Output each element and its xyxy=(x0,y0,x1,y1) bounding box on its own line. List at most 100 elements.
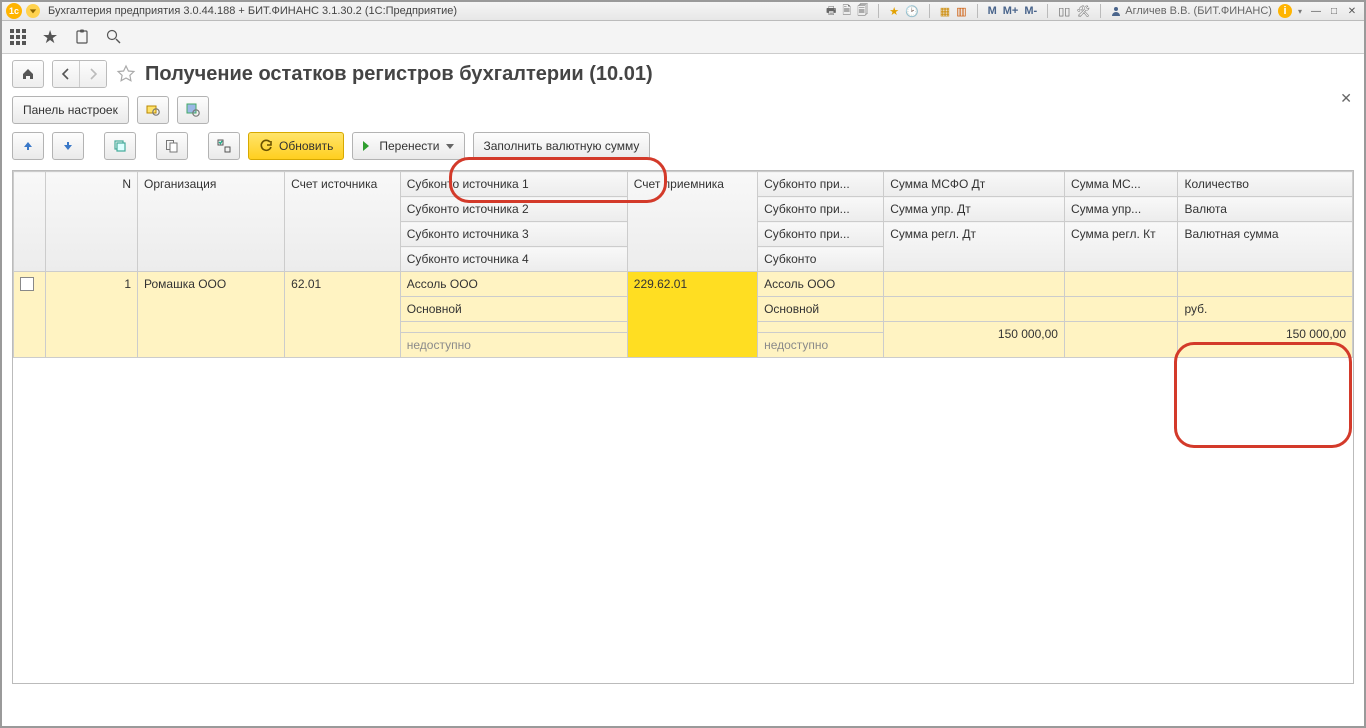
load-settings-button[interactable] xyxy=(137,96,169,124)
col-acct-src[interactable]: Счет источника xyxy=(285,172,401,272)
apps-icon[interactable] xyxy=(10,29,26,45)
col-qty[interactable]: Количество xyxy=(1178,172,1353,197)
info-dropdown-icon[interactable]: ▾ xyxy=(1298,7,1302,16)
col-sum-msfo-dt[interactable]: Сумма МСФО Дт xyxy=(884,172,1065,197)
calc-icon[interactable]: ▦ xyxy=(940,5,950,18)
wrench-icon[interactable]: 🛠 xyxy=(1076,5,1090,18)
cell-acct-dst[interactable]: 229.62.01 xyxy=(627,272,757,358)
col-sub4[interactable]: Субконто источника 4 xyxy=(400,247,627,272)
cell-qty[interactable] xyxy=(1178,272,1353,297)
table-body: 1 Ромашка ООО 62.01 Ассоль ООО 229.62.01… xyxy=(14,272,1353,358)
data-table: N Организация Счет источника Субконто ис… xyxy=(12,170,1354,684)
cell-org[interactable]: Ромашка ООО xyxy=(138,272,285,358)
app-title: Бухгалтерия предприятия 3.0.44.188 + БИТ… xyxy=(48,5,457,17)
save-settings-button[interactable] xyxy=(177,96,209,124)
col-sum-regl-dt[interactable]: Сумма регл. Дт xyxy=(884,222,1065,272)
cell-checkbox[interactable] xyxy=(14,272,46,358)
toolbar-2: Обновить Перенести Заполнить валютную су… xyxy=(2,128,1364,164)
move-down-button[interactable] xyxy=(52,132,84,160)
col-sub3[interactable]: Субконто источника 3 xyxy=(400,222,627,247)
table-header: N Организация Счет источника Субконто ис… xyxy=(14,172,1353,272)
clipboard-icon[interactable] xyxy=(74,29,90,45)
app-logo-icon: 1c xyxy=(6,3,22,19)
home-button[interactable] xyxy=(12,60,44,88)
cell-sum-regl-dt[interactable]: 150 000,00 xyxy=(884,322,1065,358)
cell-subd1[interactable]: Ассоль ООО xyxy=(758,272,884,297)
history-icon[interactable]: 🕑 xyxy=(905,5,919,18)
col-org[interactable]: Организация xyxy=(138,172,285,272)
page-favorite-icon[interactable] xyxy=(115,63,137,85)
nav-forward-button[interactable] xyxy=(80,61,106,87)
col-sum-upr-dt[interactable]: Сумма упр. Дт xyxy=(884,197,1065,222)
cell-sum-msfo-kt[interactable] xyxy=(1064,272,1178,297)
col-sub2[interactable]: Субконто источника 2 xyxy=(400,197,627,222)
cell-subd4[interactable]: недоступно xyxy=(758,333,884,358)
star-icon[interactable]: ★ xyxy=(889,5,899,18)
col-acct-dst[interactable]: Счет приемника xyxy=(627,172,757,272)
current-user[interactable]: Агличев В.В. (БИТ.ФИНАНС) xyxy=(1111,5,1272,17)
transfer-button[interactable]: Перенести xyxy=(352,132,464,160)
titlebar-dropdown-icon[interactable] xyxy=(26,4,40,18)
cell-cur-sum[interactable]: 150 000,00 xyxy=(1178,322,1353,358)
cell-subd3[interactable] xyxy=(758,322,884,333)
col-n[interactable]: N xyxy=(45,172,137,272)
table-row[interactable]: 1 Ромашка ООО 62.01 Ассоль ООО 229.62.01… xyxy=(14,272,1353,297)
m-button[interactable]: M xyxy=(988,5,997,17)
fill-currency-button[interactable]: Заполнить валютную сумму xyxy=(473,132,651,160)
cell-sum-regl-kt[interactable] xyxy=(1064,322,1178,358)
copy-row-button[interactable] xyxy=(104,132,136,160)
refresh-button[interactable]: Обновить xyxy=(248,132,344,160)
col-sub1[interactable]: Субконто источника 1 xyxy=(400,172,627,197)
check-all-button[interactable] xyxy=(208,132,240,160)
col-cur-sum[interactable]: Валютная сумма xyxy=(1178,222,1353,272)
col-sum-upr-kt[interactable]: Сумма упр... xyxy=(1064,197,1178,222)
titlebar-tools: 🖶 🗎 🗐 ★ 🕑 ▦ ▥ M M+ M- ▯▯ 🛠 Агличев В.В. … xyxy=(826,2,1302,21)
col-sum-msfo-kt[interactable]: Сумма МС... xyxy=(1064,172,1178,197)
refresh-icon xyxy=(259,139,273,153)
doc-icon[interactable]: 🗎 xyxy=(842,2,851,21)
cell-sub4[interactable]: недоступно xyxy=(400,333,627,358)
col-subd2[interactable]: Субконто при... xyxy=(758,197,884,222)
settings-panel-button[interactable]: Панель настроек xyxy=(12,96,129,124)
minimize-button[interactable]: — xyxy=(1308,4,1324,18)
col-subd3[interactable]: Субконто при... xyxy=(758,222,884,247)
maximize-button[interactable]: □ xyxy=(1326,4,1342,18)
col-sum-regl-kt[interactable]: Сумма регл. Кт xyxy=(1064,222,1178,272)
panel-icon[interactable]: ▯▯ xyxy=(1058,5,1070,18)
title-bar: 1c Бухгалтерия предприятия 3.0.44.188 + … xyxy=(2,2,1364,21)
close-button[interactable]: ✕ xyxy=(1344,4,1360,18)
favorites-icon[interactable]: ★ xyxy=(42,29,58,45)
m-minus-button[interactable]: M- xyxy=(1024,5,1037,17)
col-subd4[interactable]: Субконто xyxy=(758,247,884,272)
nav-back-button[interactable] xyxy=(53,61,80,87)
info-icon[interactable]: i xyxy=(1278,4,1292,18)
cell-sub3[interactable] xyxy=(400,322,627,333)
cell-currency[interactable]: руб. xyxy=(1178,297,1353,322)
col-currency[interactable]: Валюта xyxy=(1178,197,1353,222)
m-plus-button[interactable]: M+ xyxy=(1003,5,1019,17)
printer-icon[interactable]: 🖶 xyxy=(826,2,836,21)
cell-n[interactable]: 1 xyxy=(45,272,137,358)
cell-acct-src[interactable]: 62.01 xyxy=(285,272,401,358)
copy-icon[interactable]: 🗐 xyxy=(857,2,868,21)
cell-sub1[interactable]: Ассоль ООО xyxy=(400,272,627,297)
refresh-label: Обновить xyxy=(279,139,333,153)
col-checkbox[interactable] xyxy=(14,172,46,272)
transfer-label: Перенести xyxy=(379,139,439,153)
page-close-button[interactable]: ✕ xyxy=(1340,90,1352,107)
dropdown-icon xyxy=(446,144,454,149)
move-up-button[interactable] xyxy=(12,132,44,160)
calendar-icon[interactable]: ▥ xyxy=(956,5,966,18)
cell-sum-msfo-dt[interactable] xyxy=(884,272,1065,297)
search-icon[interactable] xyxy=(106,29,122,45)
play-icon xyxy=(363,141,373,151)
cell-sum-upr-kt[interactable] xyxy=(1064,297,1178,322)
cell-subd2[interactable]: Основной xyxy=(758,297,884,322)
duplicate-button[interactable] xyxy=(156,132,188,160)
nav-row: Получение остатков регистров бухгалтерии… xyxy=(2,54,1364,92)
col-subd1[interactable]: Субконто при... xyxy=(758,172,884,197)
toolbar-1: Панель настроек xyxy=(2,92,1364,128)
cell-sum-upr-dt[interactable] xyxy=(884,297,1065,322)
cell-sub2[interactable]: Основной xyxy=(400,297,627,322)
quick-access-bar: ★ xyxy=(2,21,1364,54)
